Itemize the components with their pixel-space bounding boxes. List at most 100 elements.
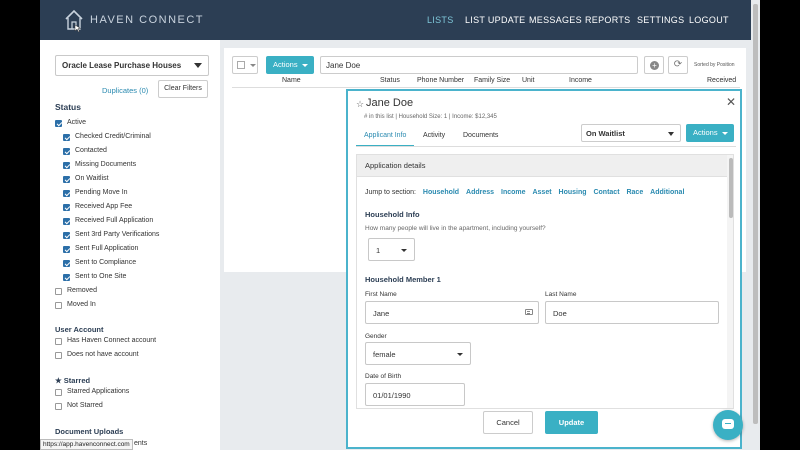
checkbox[interactable] [55,352,62,359]
house-logo-icon[interactable] [64,8,84,32]
nav-reports[interactable]: REPORTS [585,15,630,25]
cancel-button[interactable]: Cancel [483,411,533,434]
update-button[interactable]: Update [545,411,598,434]
nav-logout[interactable]: LOGOUT [689,15,729,25]
gender-select[interactable]: female [365,342,471,365]
checkbox[interactable] [63,218,70,225]
duplicates-link[interactable]: Duplicates (0) [102,86,148,95]
chevron-down-icon [250,64,256,67]
add-applicant-button[interactable]: + [644,56,664,74]
checkbox[interactable] [63,274,70,281]
last-name-field[interactable]: Doe [545,301,719,324]
jump-link-income[interactable]: Income [501,189,526,196]
first-name-field[interactable]: Jane [365,301,539,324]
chat-widget-button[interactable] [713,410,743,440]
jump-link-asset[interactable]: Asset [532,189,551,196]
scroll-thumb[interactable] [753,4,758,424]
checkbox[interactable] [55,403,62,410]
nav-list-update[interactable]: LIST UPDATE [465,15,525,25]
jump-link-housing[interactable]: Housing [559,189,587,196]
applicant-summary: # in this list | Household Size: 1 | Inc… [364,114,497,120]
status-select[interactable]: On Waitlist [581,124,681,142]
scroll-thumb[interactable] [729,158,733,218]
actions-button[interactable]: Actions [266,56,314,74]
jump-link-household[interactable]: Household [423,189,459,196]
column-header-received[interactable]: Received [707,77,736,84]
date-of-birth-field[interactable]: 01/01/1990 [365,383,465,406]
nav-lists[interactable]: LISTS [427,15,454,25]
link-status-url: https://app.havenconnect.com [40,439,133,450]
column-header-phone[interactable]: Phone Number [417,77,464,84]
refresh-icon: ⟳ [673,59,683,70]
household-size-value: 1 [376,246,381,255]
chevron-down-icon [668,132,674,136]
checkbox[interactable] [55,288,62,295]
column-header-status[interactable]: Status [380,77,400,84]
first-name-label: First Name [365,291,397,298]
jump-link-address[interactable]: Address [466,189,494,196]
last-name-label: Last Name [545,291,577,298]
search-input[interactable]: Jane Doe [320,56,638,74]
household-size-select[interactable]: 1 [368,238,415,261]
list-select-value: Oracle Lease Purchase Houses [62,61,182,70]
clear-filters-button[interactable]: Clear Filters [158,80,208,98]
household-member-heading: Household Member 1 [365,275,441,284]
chevron-down-icon [722,132,728,135]
checkbox[interactable] [55,389,62,396]
column-header-family-size[interactable]: Family Size [474,77,510,84]
application-form: Application details Jump to section: Hou… [356,154,734,409]
modal-actions-button[interactable]: Actions [686,124,734,142]
close-icon[interactable]: ✕ [726,95,736,109]
checkbox[interactable] [63,148,70,155]
list-select[interactable]: Oracle Lease Purchase Houses [55,55,209,76]
household-size-question: How many people will live in the apartme… [365,225,546,232]
checkbox[interactable] [55,338,62,345]
page-scrollbar[interactable] [751,0,760,450]
refresh-button[interactable]: ⟳ [668,56,688,74]
divider [356,146,736,147]
document-uploads-partial: ents [134,440,148,447]
nav-settings[interactable]: SETTINGS [637,15,684,25]
checkbox[interactable] [63,134,70,141]
first-name-value: Jane [373,309,390,318]
nav-messages[interactable]: MESSAGES [529,15,582,25]
actions-label: Actions [693,128,718,137]
checkbox[interactable] [63,190,70,197]
actions-label: Actions [273,60,298,69]
status-select-value: On Waitlist [586,129,625,138]
gender-label: Gender [365,333,387,340]
jump-to-section: Jump to section: Household Address Incom… [365,189,684,196]
gender-value: female [373,350,396,359]
checkbox[interactable] [63,176,70,183]
jump-link-contact[interactable]: Contact [593,189,619,196]
checkbox[interactable] [63,260,70,267]
jump-link-race[interactable]: Race [626,189,643,196]
plus-icon: + [650,61,659,70]
chevron-down-icon [194,63,202,68]
sort-indicator[interactable]: Sorted by Position [694,62,735,68]
brand-name: HAVEN CONNECT [90,14,205,26]
column-header-income[interactable]: Income [569,77,592,84]
tab-applicant-info[interactable]: Applicant Info [364,132,406,139]
star-icon[interactable]: ☆ [356,99,364,110]
status-section-title: Status [55,102,81,112]
checkbox[interactable] [55,302,62,309]
checkbox[interactable] [63,232,70,239]
checkbox[interactable] [63,246,70,253]
jump-link-additional[interactable]: Additional [650,189,684,196]
column-header-unit[interactable]: Unit [522,77,534,84]
column-header-name[interactable]: Name [282,77,301,84]
checkbox[interactable] [63,204,70,211]
select-all-dropdown[interactable] [232,56,258,74]
filter-sidebar: Oracle Lease Purchase Houses Duplicates … [40,40,220,450]
chevron-down-icon [457,353,463,356]
top-nav: HAVEN CONNECT LISTS LIST UPDATE MESSAGES… [40,0,760,40]
app-frame: HAVEN CONNECT LISTS LIST UPDATE MESSAGES… [40,0,760,450]
tab-documents[interactable]: Documents [463,132,498,139]
checkbox[interactable] [55,120,62,127]
chevron-down-icon [401,249,407,252]
tab-activity[interactable]: Activity [423,132,445,139]
checkbox[interactable] [237,61,245,69]
checkbox[interactable] [63,162,70,169]
user-account-section-title: User Account [55,325,104,334]
